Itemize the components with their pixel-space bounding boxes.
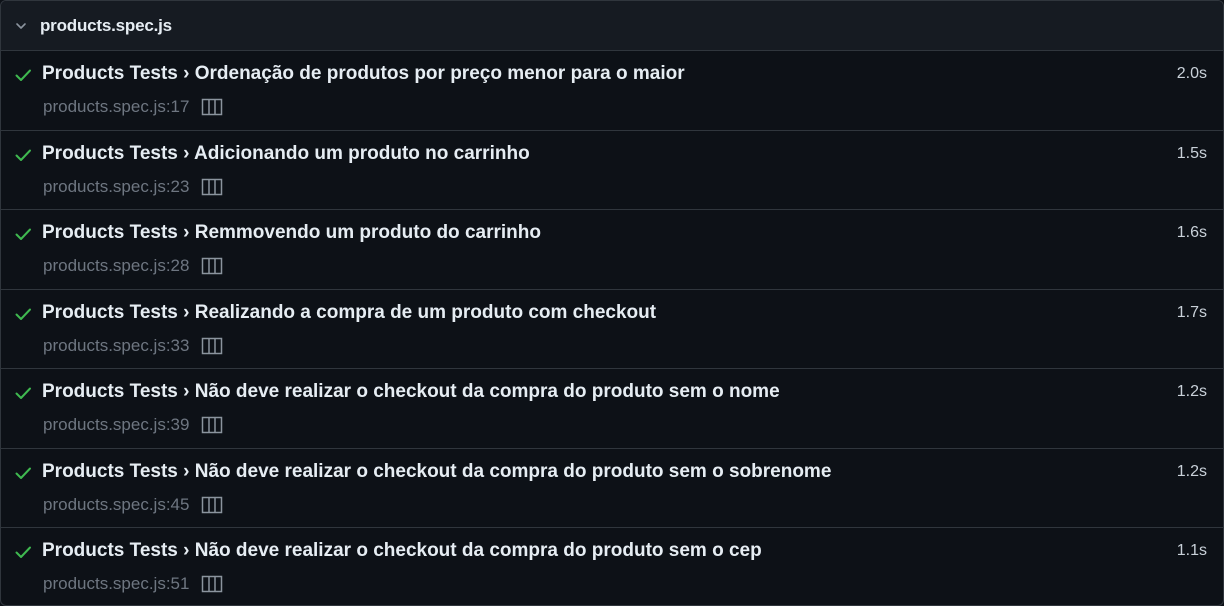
test-row[interactable]: Products Tests › Não deve realizar o che… bbox=[1, 369, 1223, 449]
chevron-down-icon[interactable] bbox=[14, 19, 28, 33]
test-location[interactable]: products.spec.js:39 bbox=[43, 415, 189, 435]
test-location[interactable]: products.spec.js:45 bbox=[43, 495, 189, 515]
test-title[interactable]: Products Tests › Não deve realizar o che… bbox=[42, 461, 831, 483]
check-icon bbox=[14, 543, 32, 561]
test-title[interactable]: Products Tests › Realizando a compra de … bbox=[42, 302, 656, 324]
file-header[interactable]: products.spec.js bbox=[1, 1, 1223, 51]
test-duration: 2.0s bbox=[1176, 65, 1207, 82]
test-duration: 1.5s bbox=[1176, 144, 1207, 162]
test-row[interactable]: Products Tests › Não deve realizar o che… bbox=[1, 449, 1223, 528]
check-icon bbox=[14, 464, 32, 482]
test-location[interactable]: products.spec.js:33 bbox=[43, 336, 189, 356]
test-row[interactable]: Products Tests › Remmovendo um produto d… bbox=[1, 210, 1223, 290]
test-location[interactable]: products.spec.js:23 bbox=[43, 177, 189, 197]
check-icon bbox=[14, 66, 32, 84]
test-location[interactable]: products.spec.js:28 bbox=[43, 256, 189, 276]
test-file-group: products.spec.js Products Tests › Ordena… bbox=[0, 0, 1224, 606]
trace-viewer-icon[interactable] bbox=[201, 98, 223, 116]
test-list: Products Tests › Ordenação de produtos p… bbox=[1, 51, 1223, 605]
trace-viewer-icon[interactable] bbox=[201, 416, 223, 434]
file-name: products.spec.js bbox=[40, 15, 172, 35]
test-title[interactable]: Products Tests › Ordenação de produtos p… bbox=[42, 63, 685, 85]
test-title[interactable]: Products Tests › Não deve realizar o che… bbox=[42, 540, 762, 562]
check-icon bbox=[14, 146, 32, 164]
test-row[interactable]: Products Tests › Não deve realizar o che… bbox=[1, 528, 1223, 605]
test-location[interactable]: products.spec.js:17 bbox=[43, 97, 189, 117]
check-icon bbox=[14, 225, 32, 243]
trace-viewer-icon[interactable] bbox=[201, 496, 223, 514]
test-duration: 1.6s bbox=[1176, 224, 1207, 241]
test-title[interactable]: Products Tests › Remmovendo um produto d… bbox=[42, 222, 541, 244]
trace-viewer-icon[interactable] bbox=[201, 178, 223, 196]
trace-viewer-icon[interactable] bbox=[201, 337, 223, 355]
test-row[interactable]: Products Tests › Realizando a compra de … bbox=[1, 290, 1223, 369]
test-location[interactable]: products.spec.js:51 bbox=[43, 574, 189, 594]
test-duration: 1.1s bbox=[1176, 542, 1207, 559]
test-title[interactable]: Products Tests › Não deve realizar o che… bbox=[42, 381, 780, 403]
test-duration: 1.7s bbox=[1176, 303, 1207, 321]
trace-viewer-icon[interactable] bbox=[201, 257, 223, 275]
test-title[interactable]: Products Tests › Adicionando um produto … bbox=[42, 143, 530, 165]
check-icon bbox=[14, 305, 32, 323]
check-icon bbox=[14, 384, 32, 402]
test-duration: 1.2s bbox=[1176, 462, 1207, 480]
test-row[interactable]: Products Tests › Adicionando um produto … bbox=[1, 131, 1223, 210]
test-duration: 1.2s bbox=[1176, 383, 1207, 400]
test-row[interactable]: Products Tests › Ordenação de produtos p… bbox=[1, 51, 1223, 131]
trace-viewer-icon[interactable] bbox=[201, 575, 223, 593]
